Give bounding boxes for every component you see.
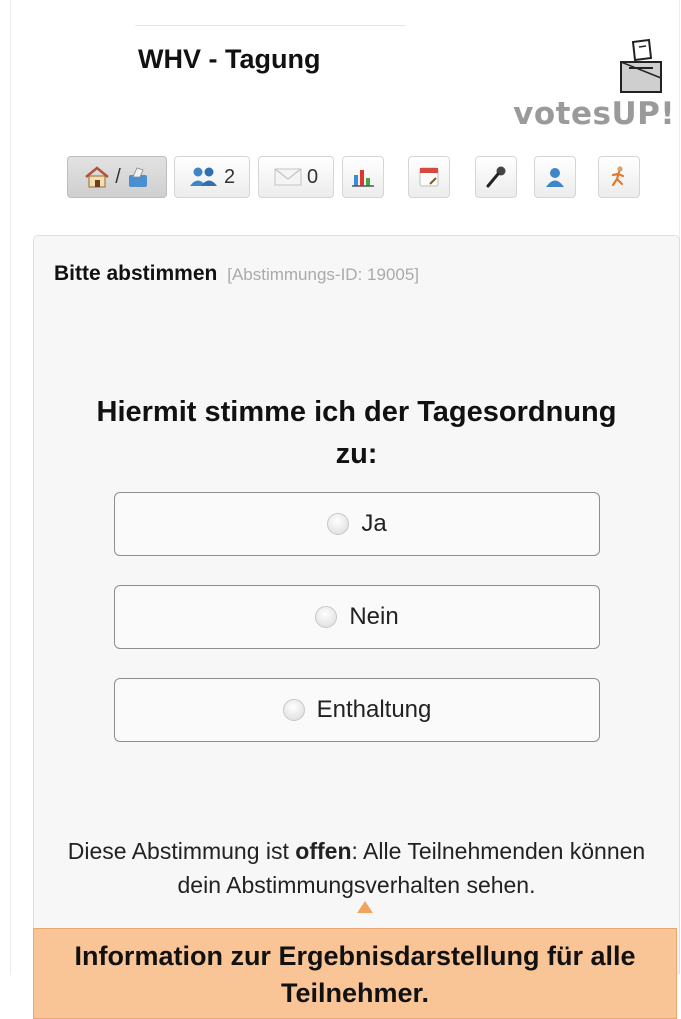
notice-prefix: Diese Abstimmung ist	[67, 838, 296, 864]
vote-question: Hiermit stimme ich der Tagesordnung zu:	[96, 396, 617, 470]
option-label: Ja	[361, 510, 387, 537]
option-enthaltung-button[interactable]: Enthaltung	[114, 678, 600, 742]
ballot-box-logo-icon	[620, 38, 662, 93]
logo-text: votesUP!	[513, 96, 675, 132]
info-callout: Information zur Ergebnisdarstellung für …	[33, 928, 677, 1019]
vote-id: [Abstimmungs-ID: 19005]	[227, 265, 420, 284]
top-divider	[135, 25, 405, 26]
logout-button[interactable]	[598, 156, 640, 198]
home-icon	[85, 166, 110, 188]
left-border	[10, 0, 11, 975]
vote-visibility-notice: Diese Abstimmung ist offen: Alle Teilneh…	[34, 834, 679, 902]
radio-icon	[282, 699, 305, 721]
agenda-button[interactable]	[408, 156, 450, 198]
calendar-icon	[419, 167, 439, 187]
home-separator: /	[115, 165, 121, 188]
results-chart-icon	[352, 170, 374, 187]
option-label: Nein	[349, 603, 399, 630]
option-nein-button[interactable]: Nein	[114, 585, 600, 649]
messages-button[interactable]: 0	[258, 156, 334, 198]
microphone-icon	[486, 166, 506, 188]
home-vote-button[interactable]: /	[67, 156, 167, 198]
exit-runner-icon	[611, 166, 625, 187]
ballot-box-icon	[128, 167, 147, 187]
results-button[interactable]	[342, 156, 384, 198]
speaker-list-button[interactable]	[475, 156, 517, 198]
participants-button[interactable]: 2	[174, 156, 250, 198]
radio-icon	[315, 606, 338, 628]
messages-count: 0	[306, 165, 319, 188]
radio-icon	[327, 513, 350, 535]
option-ja-button[interactable]: Ja	[114, 492, 600, 556]
panel-heading: Bitte abstimmen [Abstimmungs-ID: 19005]	[54, 262, 419, 286]
user-icon	[546, 168, 564, 187]
profile-button[interactable]	[534, 156, 576, 198]
participants-icon	[189, 167, 217, 186]
mail-icon	[274, 168, 302, 186]
app-title: WHV - Tagung	[138, 44, 321, 74]
panel-title: Bitte abstimmen	[54, 262, 218, 285]
option-label: Enthaltung	[316, 696, 432, 723]
participants-count: 2	[223, 165, 236, 188]
notice-bold: offen	[295, 838, 352, 864]
voting-panel: Bitte abstimmen [Abstimmungs-ID: 19005] …	[33, 235, 680, 975]
votesup-logo: votesUP!	[505, 38, 677, 134]
callout-arrow	[357, 901, 373, 913]
